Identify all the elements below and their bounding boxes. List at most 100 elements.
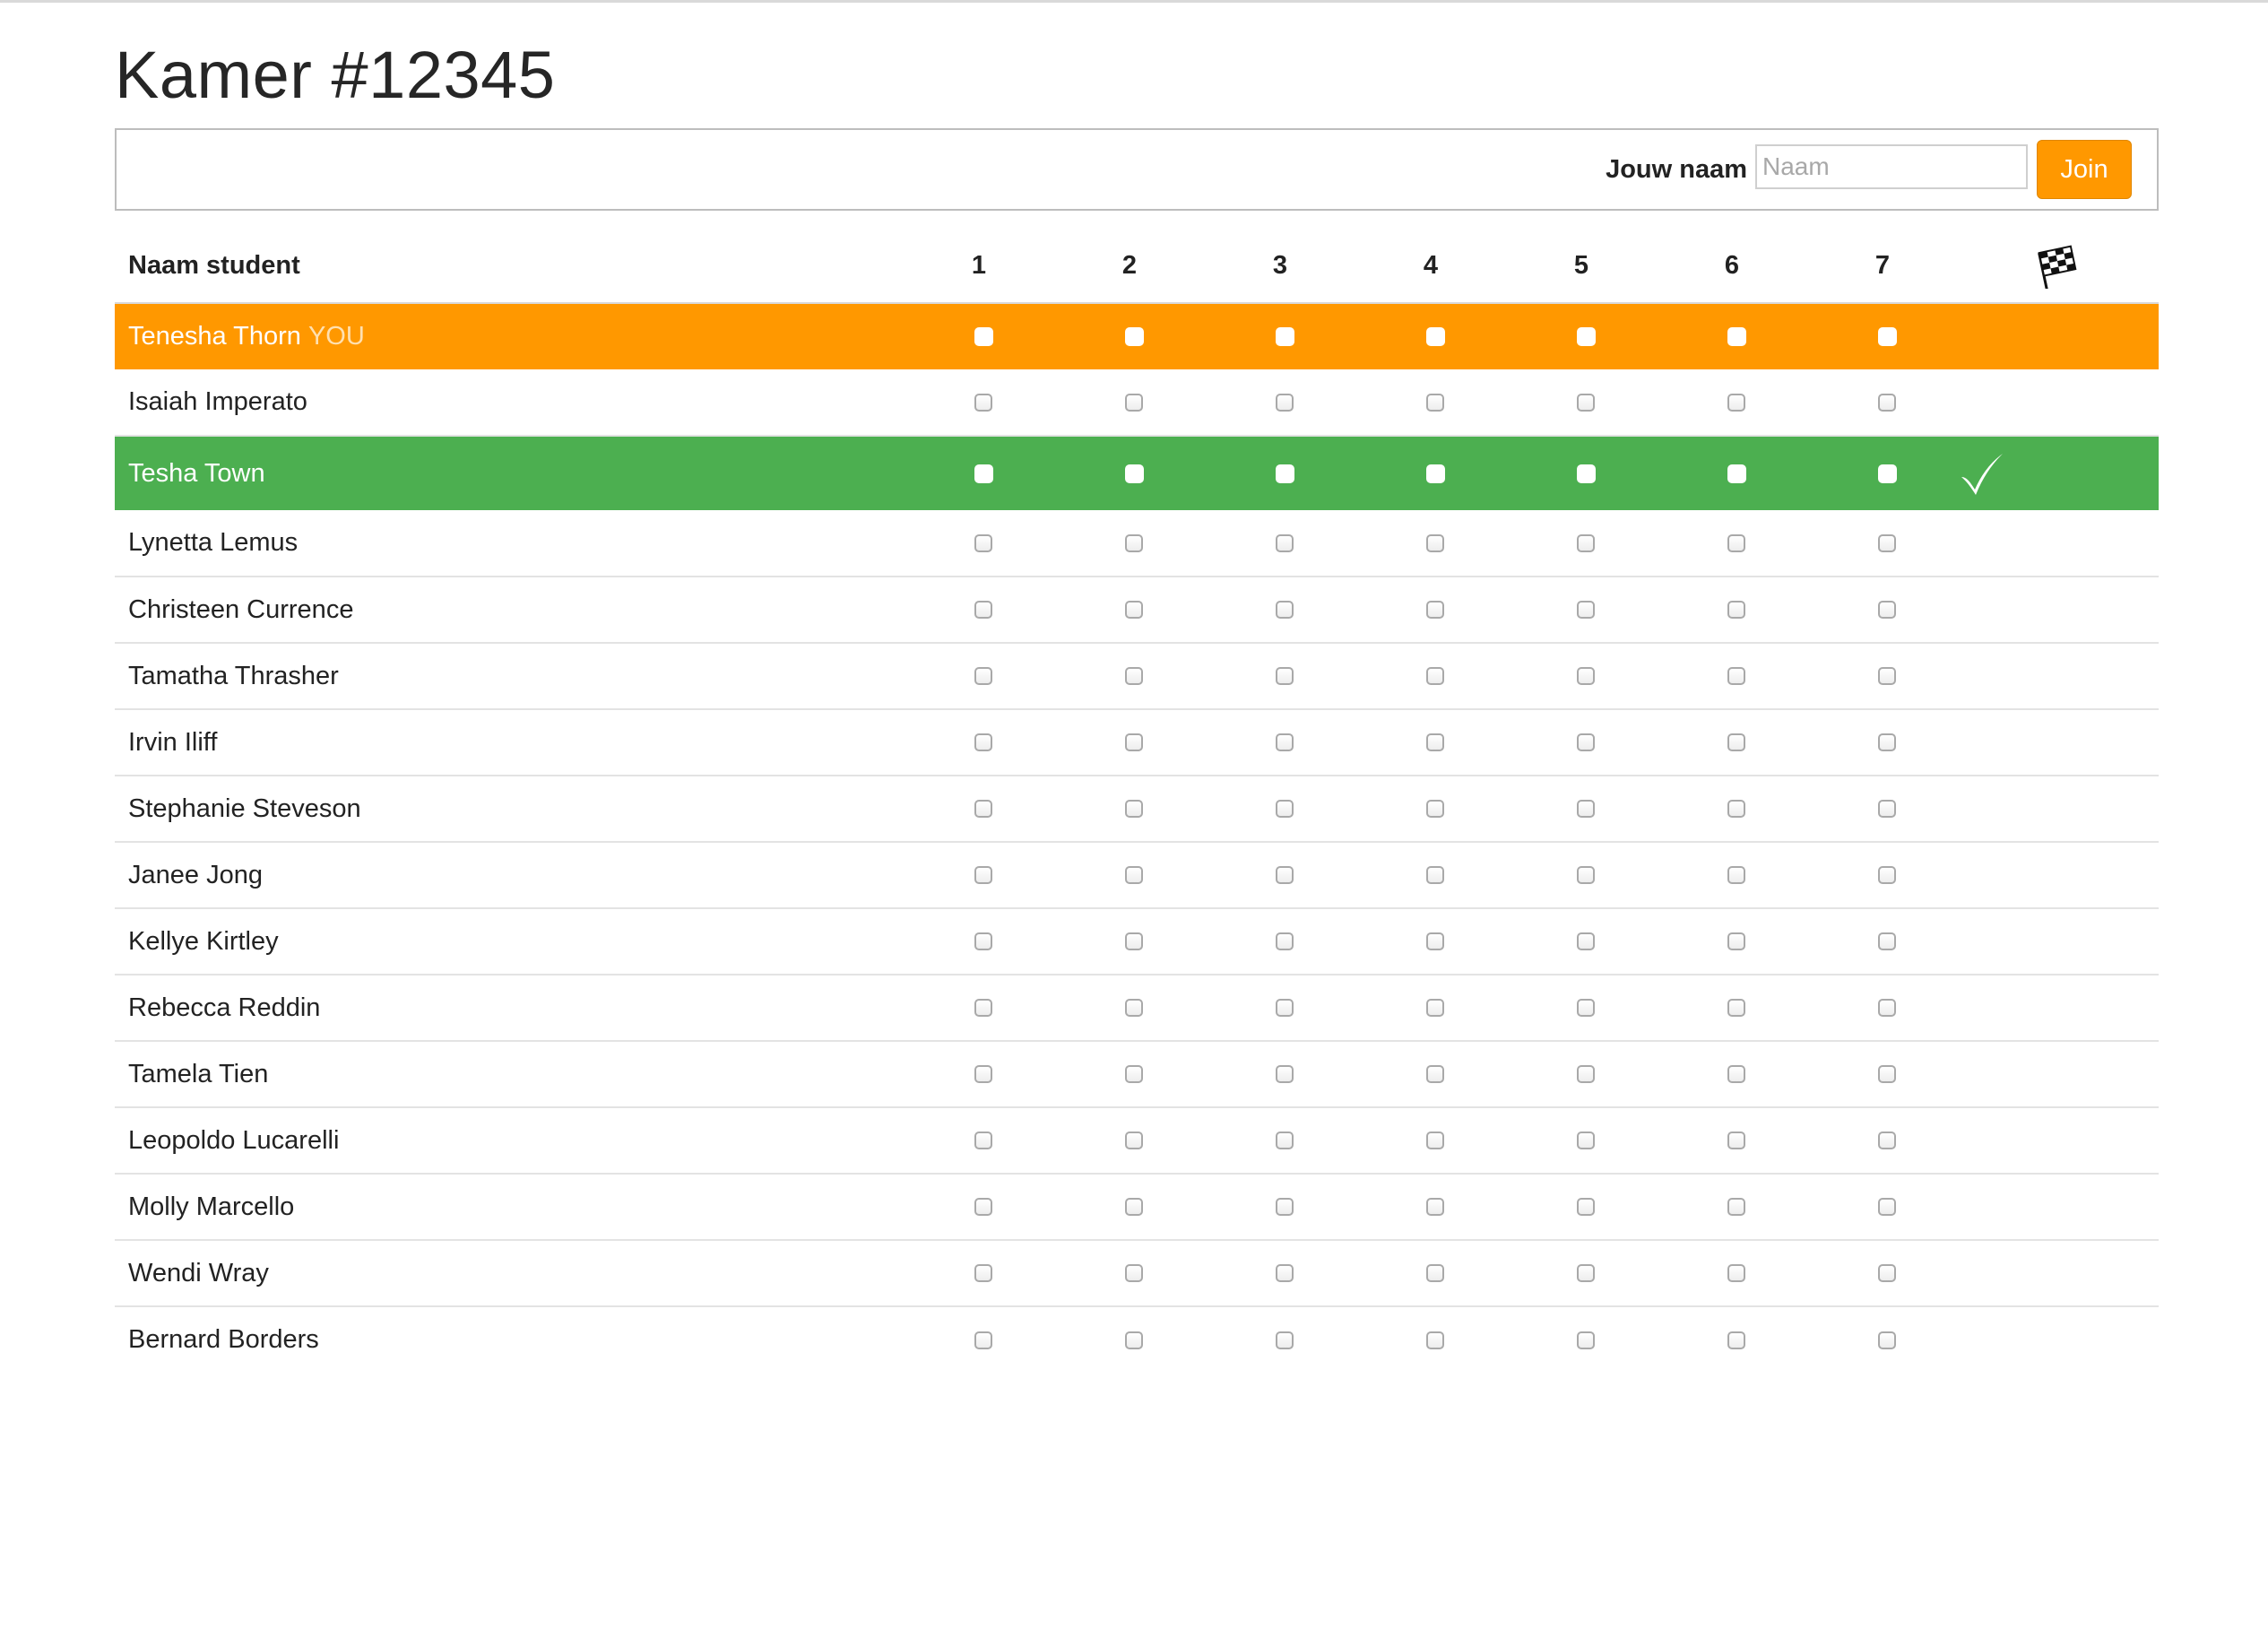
step-4-checkbox[interactable] (1426, 999, 1444, 1017)
step-5-checkbox[interactable] (1577, 800, 1595, 818)
step-4-checkbox[interactable] (1426, 1065, 1444, 1083)
step-1-checkbox[interactable] (974, 601, 992, 619)
step-5-checkbox[interactable] (1577, 1264, 1595, 1282)
step-1-checkbox[interactable] (974, 1331, 992, 1349)
step-1-checkbox[interactable] (974, 1264, 992, 1282)
step-6-checkbox[interactable] (1727, 999, 1745, 1017)
step-4-checkbox[interactable] (1426, 1131, 1444, 1149)
step-2-checkbox[interactable] (1125, 601, 1143, 619)
step-7-checkbox[interactable] (1878, 733, 1896, 751)
step-6-checkbox[interactable] (1727, 327, 1746, 346)
step-5-checkbox[interactable] (1576, 464, 1596, 483)
step-6-checkbox[interactable] (1727, 533, 1745, 552)
step-4-checkbox[interactable] (1426, 733, 1444, 751)
step-6-checkbox[interactable] (1727, 601, 1745, 619)
step-3-checkbox[interactable] (1276, 393, 1294, 412)
step-1-checkbox[interactable] (974, 866, 992, 884)
step-6-checkbox[interactable] (1727, 1331, 1745, 1349)
step-5-checkbox[interactable] (1577, 393, 1595, 412)
step-1-checkbox[interactable] (974, 932, 992, 950)
step-3-checkbox[interactable] (1275, 327, 1294, 346)
step-7-checkbox[interactable] (1878, 932, 1896, 950)
step-2-checkbox[interactable] (1125, 1264, 1143, 1282)
name-input[interactable] (1755, 144, 2028, 189)
step-5-checkbox[interactable] (1577, 1131, 1595, 1149)
step-2-checkbox[interactable] (1125, 999, 1143, 1017)
step-1-checkbox[interactable] (974, 999, 992, 1017)
step-3-checkbox[interactable] (1275, 464, 1294, 483)
step-3-checkbox[interactable] (1276, 667, 1294, 685)
step-6-checkbox[interactable] (1727, 932, 1745, 950)
step-6-checkbox[interactable] (1727, 1264, 1745, 1282)
step-6-checkbox[interactable] (1727, 393, 1745, 412)
step-4-checkbox[interactable] (1426, 533, 1444, 552)
step-4-checkbox[interactable] (1426, 932, 1444, 950)
step-7-checkbox[interactable] (1878, 667, 1896, 685)
step-5-checkbox[interactable] (1577, 601, 1595, 619)
step-1-checkbox[interactable] (974, 464, 993, 483)
step-4-checkbox[interactable] (1426, 393, 1444, 412)
step-7-checkbox[interactable] (1878, 800, 1896, 818)
step-2-checkbox[interactable] (1125, 393, 1143, 412)
step-5-checkbox[interactable] (1577, 1198, 1595, 1216)
step-1-checkbox[interactable] (974, 667, 992, 685)
step-7-checkbox[interactable] (1878, 393, 1896, 412)
step-2-checkbox[interactable] (1124, 327, 1144, 346)
step-3-checkbox[interactable] (1276, 533, 1294, 552)
step-5-checkbox[interactable] (1577, 932, 1595, 950)
step-4-checkbox[interactable] (1426, 800, 1444, 818)
step-1-checkbox[interactable] (974, 733, 992, 751)
step-2-checkbox[interactable] (1125, 1198, 1143, 1216)
step-2-checkbox[interactable] (1125, 1331, 1143, 1349)
step-5-checkbox[interactable] (1577, 733, 1595, 751)
step-5-checkbox[interactable] (1577, 1331, 1595, 1349)
step-1-checkbox[interactable] (974, 327, 993, 346)
step-6-checkbox[interactable] (1727, 1065, 1745, 1083)
step-7-checkbox[interactable] (1878, 1331, 1896, 1349)
step-1-checkbox[interactable] (974, 533, 992, 552)
step-6-checkbox[interactable] (1727, 733, 1745, 751)
step-1-checkbox[interactable] (974, 1131, 992, 1149)
step-1-checkbox[interactable] (974, 1198, 992, 1216)
step-7-checkbox[interactable] (1877, 464, 1897, 483)
step-2-checkbox[interactable] (1125, 932, 1143, 950)
step-4-checkbox[interactable] (1426, 601, 1444, 619)
step-1-checkbox[interactable] (974, 1065, 992, 1083)
step-1-checkbox[interactable] (974, 393, 992, 412)
step-6-checkbox[interactable] (1727, 1131, 1745, 1149)
step-5-checkbox[interactable] (1577, 999, 1595, 1017)
step-6-checkbox[interactable] (1727, 866, 1745, 884)
step-7-checkbox[interactable] (1877, 327, 1897, 346)
step-7-checkbox[interactable] (1878, 601, 1896, 619)
step-3-checkbox[interactable] (1276, 932, 1294, 950)
step-4-checkbox[interactable] (1426, 1264, 1444, 1282)
step-1-checkbox[interactable] (974, 800, 992, 818)
step-6-checkbox[interactable] (1727, 464, 1746, 483)
step-3-checkbox[interactable] (1276, 733, 1294, 751)
step-5-checkbox[interactable] (1577, 1065, 1595, 1083)
step-2-checkbox[interactable] (1124, 464, 1144, 483)
step-7-checkbox[interactable] (1878, 1198, 1896, 1216)
step-3-checkbox[interactable] (1276, 1331, 1294, 1349)
step-2-checkbox[interactable] (1125, 1065, 1143, 1083)
step-5-checkbox[interactable] (1576, 327, 1596, 346)
step-7-checkbox[interactable] (1878, 866, 1896, 884)
step-6-checkbox[interactable] (1727, 800, 1745, 818)
step-7-checkbox[interactable] (1878, 1264, 1896, 1282)
step-3-checkbox[interactable] (1276, 1264, 1294, 1282)
step-7-checkbox[interactable] (1878, 1065, 1896, 1083)
step-4-checkbox[interactable] (1426, 1198, 1444, 1216)
step-4-checkbox[interactable] (1425, 464, 1445, 483)
step-2-checkbox[interactable] (1125, 1131, 1143, 1149)
step-4-checkbox[interactable] (1425, 327, 1445, 346)
step-7-checkbox[interactable] (1878, 1131, 1896, 1149)
step-4-checkbox[interactable] (1426, 667, 1444, 685)
step-4-checkbox[interactable] (1426, 866, 1444, 884)
step-2-checkbox[interactable] (1125, 533, 1143, 552)
step-2-checkbox[interactable] (1125, 667, 1143, 685)
step-7-checkbox[interactable] (1878, 999, 1896, 1017)
step-3-checkbox[interactable] (1276, 866, 1294, 884)
step-4-checkbox[interactable] (1426, 1331, 1444, 1349)
step-3-checkbox[interactable] (1276, 800, 1294, 818)
join-button[interactable]: Join (2037, 140, 2132, 199)
